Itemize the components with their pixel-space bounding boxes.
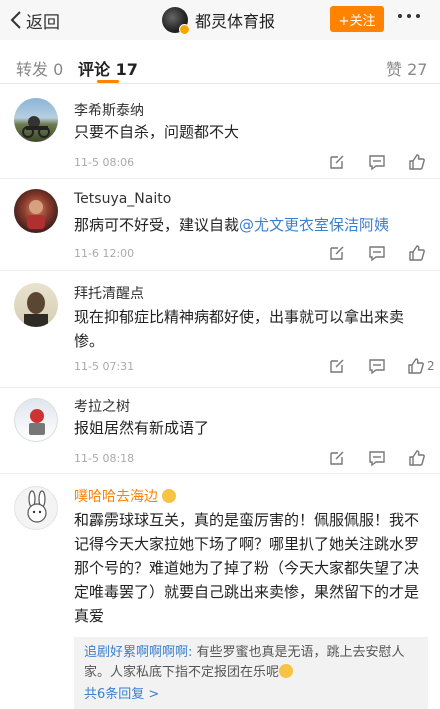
comment-time: 11-5 08:18	[74, 452, 135, 465]
reply-author[interactable]: 追剧好累啊啊啊啊:	[84, 645, 192, 660]
comment-item: 考拉之树 报姐居然有新成语了 11-5 08:18	[0, 388, 440, 474]
like-icon	[408, 358, 424, 374]
tab-comments[interactable]: 评论 17	[78, 56, 138, 80]
like-button[interactable]: 2	[407, 356, 435, 376]
tab-reposts-count: 0	[53, 60, 64, 79]
comment-text: 报姐居然有新成语了	[74, 419, 210, 437]
comment-icon[interactable]	[367, 152, 387, 172]
comment-icon[interactable]	[367, 448, 387, 468]
avatar[interactable]	[14, 283, 58, 327]
account-title[interactable]: 都灵体育报	[162, 6, 276, 35]
avatar[interactable]	[14, 398, 58, 442]
member-badge-icon	[162, 489, 177, 503]
back-button[interactable]: 返回	[10, 8, 60, 33]
comment-text: 只要不自杀，问题都不大	[74, 123, 240, 141]
comment-time: 11-5 08:06	[74, 156, 135, 169]
comment-icon[interactable]	[367, 243, 387, 263]
page-title: 都灵体育报	[195, 12, 276, 31]
tab-likes-count: 27	[407, 60, 428, 79]
like-icon[interactable]	[407, 448, 427, 468]
comment-item: 李希斯泰纳 只要不自杀，问题都不大 11-5 08:06	[0, 84, 440, 179]
comment-item: 拜托清醒点 现在抑郁症比精神病都好使，出事就可以拿出来卖惨。 11-5 07:3…	[0, 271, 440, 388]
repost-icon[interactable]	[327, 243, 347, 263]
comment-text: 和霹雳球球互关，真的是蛮厉害的！佩服佩服！我不记得今天大家拉她下场了啊？哪里扒了…	[74, 511, 420, 625]
like-icon[interactable]	[407, 152, 427, 172]
comment-author-name: 噗哈哈去海边	[74, 489, 158, 505]
avatar[interactable]	[14, 98, 58, 142]
comment-icon[interactable]	[367, 356, 387, 376]
reply-preview[interactable]: 追剧好累啊啊啊啊: 有些罗蜜也真是无语，跳上去安慰人家。人家私底下指不定报团在乐…	[74, 637, 428, 709]
comment-author[interactable]: Tetsuya_Naito	[74, 191, 171, 207]
comment-time: 11-6 12:00	[74, 247, 135, 260]
comment-author[interactable]: 噗哈哈去海边	[74, 486, 177, 506]
comment-text: 现在抑郁症比精神病都好使，出事就可以拿出来卖惨。	[74, 308, 405, 350]
repost-icon[interactable]	[327, 448, 347, 468]
tab-reposts[interactable]: 转发 0	[16, 56, 63, 80]
comment-actions	[327, 243, 427, 263]
comment-item: Tetsuya_Naito 那病可不好受，建议自裁@尤文更衣室保洁阿姨 11-6…	[0, 179, 440, 271]
tab-comments-count: 17	[115, 60, 138, 79]
tab-reposts-label: 转发	[16, 60, 49, 79]
tab-likes-label: 赞	[386, 60, 403, 79]
tab-comments-label: 评论	[78, 60, 111, 79]
mention-link[interactable]: @尤文更衣室保洁阿姨	[239, 216, 389, 234]
tab-likes[interactable]: 赞 27	[386, 56, 427, 80]
verified-badge-icon	[179, 24, 190, 35]
tab-bar: 转发 0 评论 17 赞 27	[0, 40, 440, 84]
comment-actions	[327, 152, 427, 172]
top-bar: 返回 都灵体育报 +关注	[0, 0, 440, 40]
back-label: 返回	[26, 12, 60, 33]
view-replies-link[interactable]: 共6条回复 >	[84, 685, 159, 705]
account-avatar	[162, 7, 190, 35]
repost-icon[interactable]	[327, 356, 347, 376]
like-icon[interactable]	[407, 243, 427, 263]
repost-icon[interactable]	[327, 152, 347, 172]
comment-actions: 2	[327, 356, 435, 376]
avatar[interactable]	[14, 189, 58, 233]
comment-author[interactable]: 李希斯泰纳	[74, 100, 144, 120]
active-tab-indicator	[97, 80, 119, 83]
comment-actions	[327, 448, 427, 468]
more-options-icon[interactable]	[398, 14, 420, 18]
comment-author[interactable]: 考拉之树	[74, 396, 130, 416]
comment-text: 那病可不好受，建议自裁@尤文更衣室保洁阿姨	[74, 213, 428, 237]
laugh-emoji-icon	[279, 664, 294, 678]
comment-author[interactable]: 拜托清醒点	[74, 283, 144, 303]
comment-text-body: 那病可不好受，建议自裁	[74, 216, 240, 234]
chevron-left-icon	[10, 11, 21, 29]
comment-time: 11-5 07:31	[74, 360, 135, 373]
avatar[interactable]	[14, 486, 58, 530]
like-count: 2	[427, 359, 435, 373]
follow-button[interactable]: +关注	[330, 6, 384, 32]
